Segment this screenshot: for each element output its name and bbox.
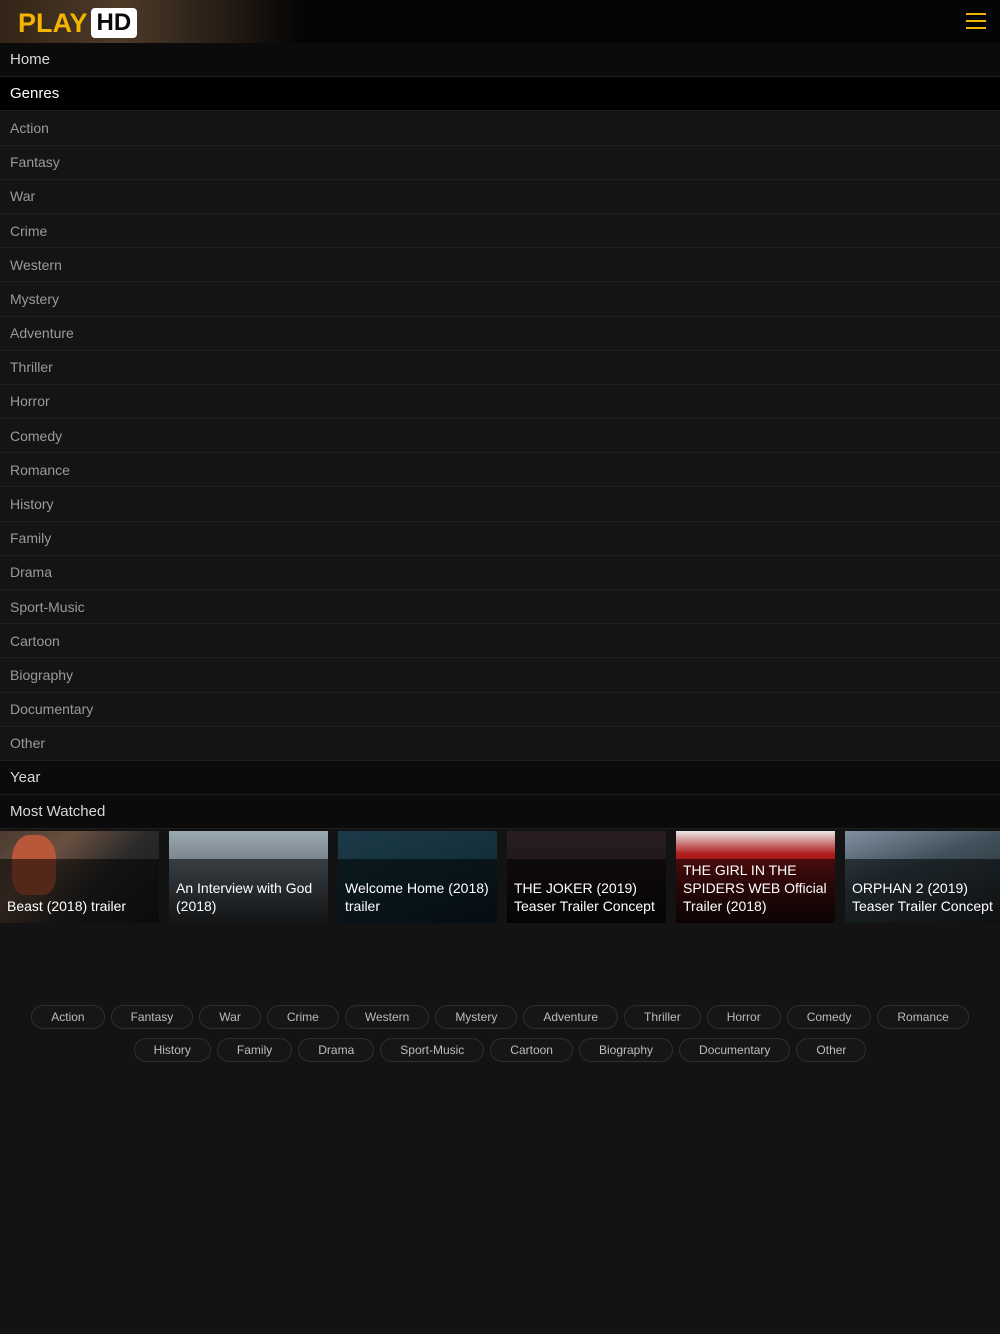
tag-thriller[interactable]: Thriller xyxy=(624,1005,701,1029)
tag-comedy[interactable]: Comedy xyxy=(786,1005,872,1029)
video-title: Beast (2018) trailer xyxy=(7,898,127,914)
logo[interactable]: PLAY HD xyxy=(18,8,138,38)
video-card[interactable]: THE GIRL IN THE SPIDERS WEB Official Tra… xyxy=(676,831,835,923)
menu-item-label: Home xyxy=(10,51,51,69)
genre-item-documentary[interactable]: Documentary xyxy=(0,692,1000,727)
genre-item-history[interactable]: History xyxy=(0,487,1000,522)
genre-item-crime[interactable]: Crime xyxy=(0,213,1000,249)
most-watched-carousel[interactable]: Beast (2018) trailer An Interview with Go… xyxy=(0,831,1000,923)
genre-submenu: Action Fantasy War Crime Western Mystery Adven… xyxy=(0,111,1000,761)
video-title: THE GIRL IN THE SPIDERS WEB Official Tra… xyxy=(683,862,827,914)
tag-romance[interactable]: Romance xyxy=(877,1005,969,1029)
genre-item-label: Sport-Music xyxy=(10,598,85,615)
logo-hd-badge: HD xyxy=(90,8,138,38)
genre-item-other[interactable]: Other xyxy=(0,726,1000,761)
genre-item-label: Drama xyxy=(10,564,53,581)
tag-family[interactable]: Family xyxy=(216,1038,293,1062)
genre-item-western[interactable]: Western xyxy=(0,248,1000,283)
tag-war[interactable]: War xyxy=(199,1005,261,1029)
genre-item-label: Mystery xyxy=(10,290,59,307)
tag-sport-music[interactable]: Sport-Music xyxy=(380,1038,485,1062)
genre-item-biography[interactable]: Biography xyxy=(0,658,1000,693)
genre-item-label: Horror xyxy=(10,393,50,410)
tag-mystery[interactable]: Mystery xyxy=(435,1005,518,1029)
video-title: Welcome Home (2018) trailer xyxy=(345,880,489,914)
genre-item-adventure[interactable]: Adventure xyxy=(0,316,1000,351)
tag-action[interactable]: Action xyxy=(31,1005,105,1029)
genre-item-comedy[interactable]: Comedy xyxy=(0,419,1000,454)
genre-item-label: Western xyxy=(10,256,62,273)
genre-item-label: War xyxy=(10,188,36,205)
menu-item-label: Year xyxy=(10,769,41,787)
video-card[interactable]: THE JOKER (2019) Teaser Trailer Concept xyxy=(507,831,666,923)
genre-item-cartoon[interactable]: Cartoon xyxy=(0,624,1000,659)
genre-item-label: Documentary xyxy=(10,701,94,718)
genre-item-thriller[interactable]: Thriller xyxy=(0,350,1000,385)
menu-item-genres[interactable]: Genres xyxy=(0,77,1000,112)
genre-item-label: Other xyxy=(10,735,46,752)
side-menu: Home Genres Action Fantasy War Crime Western… xyxy=(0,43,1000,830)
menu-item-label: Genres xyxy=(10,85,60,103)
tag-western[interactable]: Western xyxy=(344,1005,430,1029)
video-card[interactable]: Welcome Home (2018) trailer xyxy=(338,831,497,923)
video-title: An Interview with God (2018) xyxy=(176,880,313,914)
tag-drama[interactable]: Drama xyxy=(298,1038,375,1062)
genre-item-drama[interactable]: Drama xyxy=(0,555,1000,590)
tag-horror[interactable]: Horror xyxy=(706,1005,781,1029)
genre-item-label: Fantasy xyxy=(10,154,60,171)
tag-fantasy[interactable]: Fantasy xyxy=(110,1005,194,1029)
tag-row: Action Fantasy War Crime Western Mystery Adven… xyxy=(0,1005,1000,1029)
video-title: THE JOKER (2019) Teaser Trailer Concept xyxy=(514,880,655,914)
video-title: ORPHAN 2 (2019) Teaser Trailer Concept xyxy=(852,880,993,914)
genre-item-horror[interactable]: Horror xyxy=(0,384,1000,420)
tag-history[interactable]: History xyxy=(133,1038,211,1062)
hamburger-menu-icon[interactable] xyxy=(966,13,986,29)
video-card[interactable]: Beast (2018) trailer xyxy=(0,831,159,923)
tag-other[interactable]: Other xyxy=(796,1038,867,1062)
genre-item-mystery[interactable]: Mystery xyxy=(0,282,1000,317)
tag-crime[interactable]: Crime xyxy=(266,1005,339,1029)
genre-item-label: Biography xyxy=(10,666,74,683)
menu-item-label: Most Watched xyxy=(10,803,106,821)
genre-item-label: Family xyxy=(10,530,52,547)
genre-item-label: Action xyxy=(10,119,49,136)
genre-item-war[interactable]: War xyxy=(0,179,1000,214)
video-card[interactable]: An Interview with God (2018) xyxy=(169,831,328,923)
genre-item-sport-music[interactable]: Sport-Music xyxy=(0,590,1000,625)
app-header: PLAY HD xyxy=(0,0,1000,43)
tag-biography[interactable]: Biography xyxy=(578,1038,674,1062)
tag-cartoon[interactable]: Cartoon xyxy=(490,1038,573,1062)
genre-item-romance[interactable]: Romance xyxy=(0,453,1000,488)
menu-item-most-watched[interactable]: Most Watched xyxy=(0,795,1000,830)
menu-item-year[interactable]: Year xyxy=(0,760,1000,796)
genre-item-label: Adventure xyxy=(10,325,74,342)
tag-documentary[interactable]: Documentary xyxy=(679,1038,791,1062)
genre-tag-cloud: Action Fantasy War Crime Western Mystery Adven… xyxy=(0,1005,1000,1071)
tag-row: History Family Drama Sport-Music Cartoon Biog… xyxy=(0,1038,1000,1062)
logo-play-text: PLAY xyxy=(18,8,88,38)
tag-adventure[interactable]: Adventure xyxy=(523,1005,619,1029)
genre-item-label: Crime xyxy=(10,222,48,239)
genre-item-label: Cartoon xyxy=(10,632,60,649)
genre-item-label: History xyxy=(10,496,54,513)
video-card[interactable]: ORPHAN 2 (2019) Teaser Trailer Concept xyxy=(845,831,1000,923)
genre-item-label: Comedy xyxy=(10,427,63,444)
genre-item-family[interactable]: Family xyxy=(0,521,1000,556)
genre-item-action[interactable]: Action xyxy=(0,111,1000,146)
genre-item-fantasy[interactable]: Fantasy xyxy=(0,145,1000,180)
genre-item-label: Thriller xyxy=(10,359,53,376)
menu-item-home[interactable]: Home xyxy=(0,43,1000,78)
genre-item-label: Romance xyxy=(10,461,70,478)
